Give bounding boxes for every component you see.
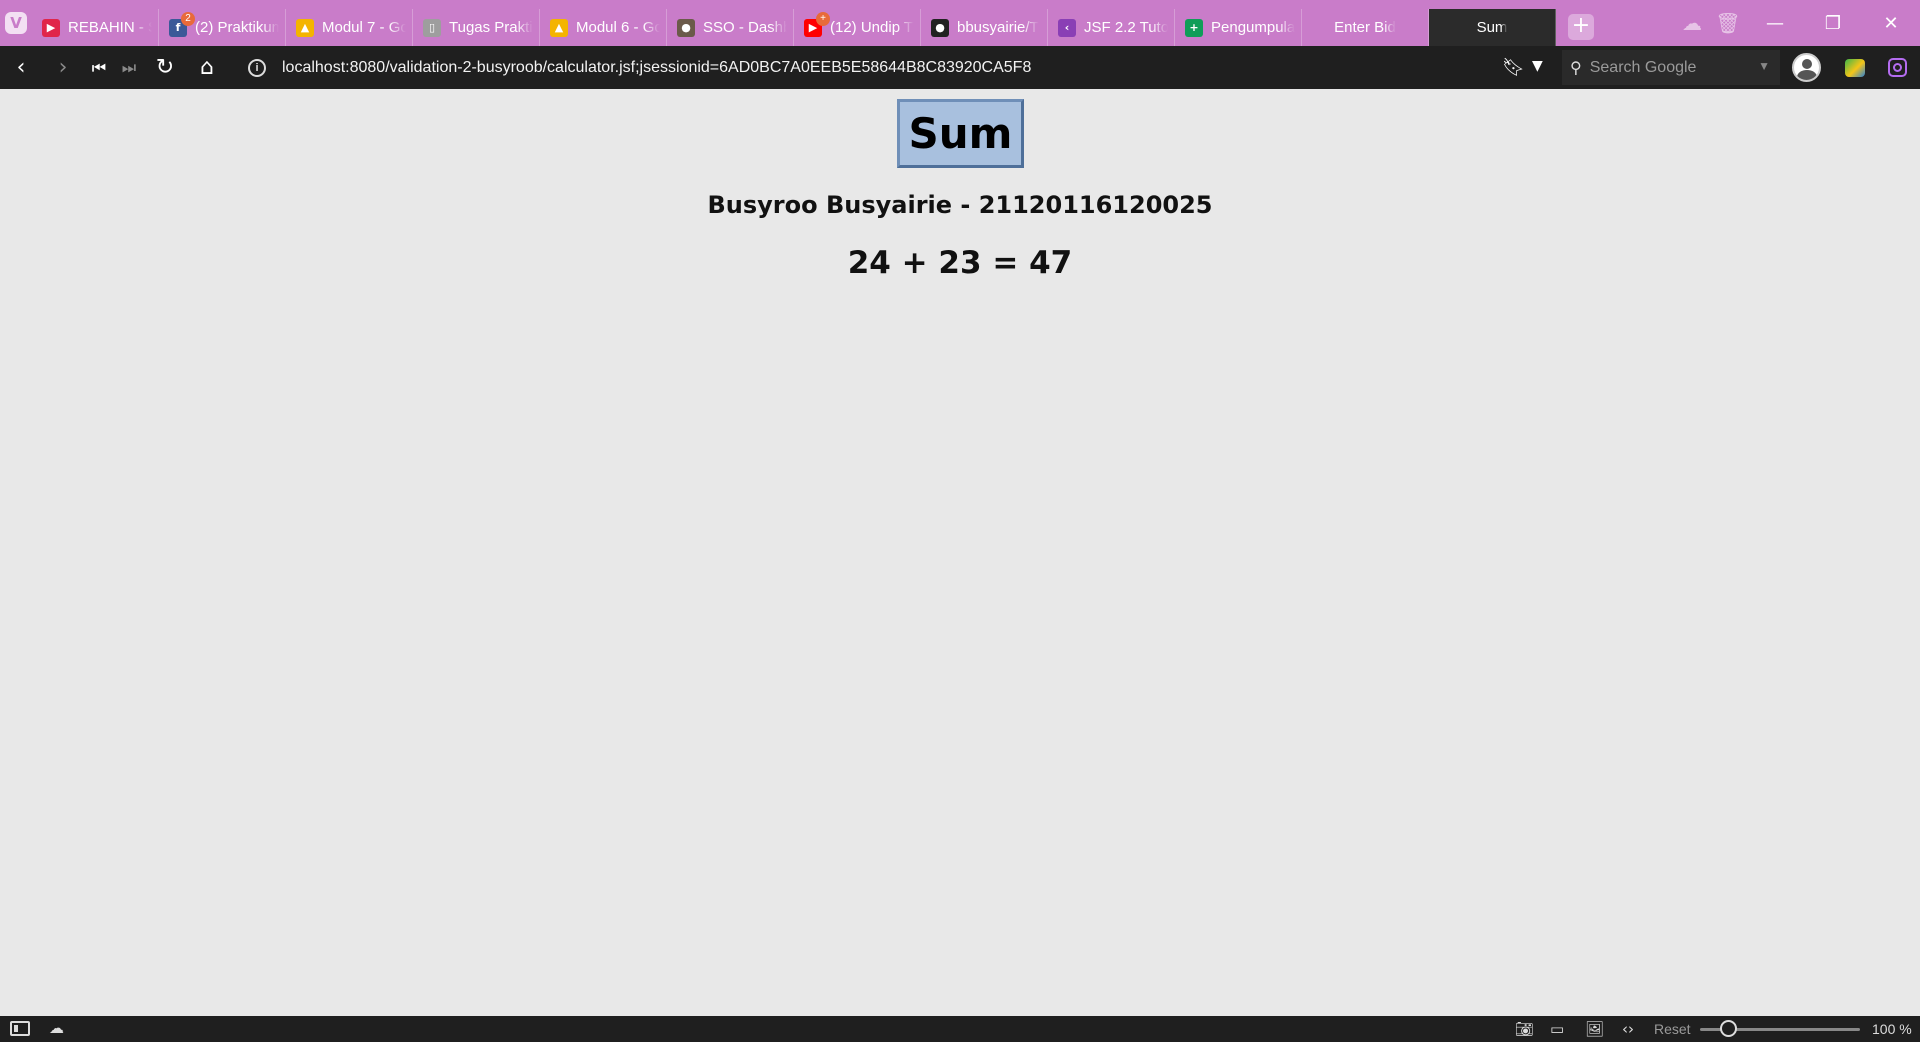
tab-2[interactable]: ▲ Modul 7 - Go	[286, 9, 413, 46]
sso-icon: ●	[677, 18, 695, 37]
close-window-button[interactable]: ✕	[1862, 13, 1920, 34]
bookmark-icon[interactable]: 🔖︎	[1502, 57, 1525, 78]
address-bar: ‹ › ⏮ ⏭ ↻ ⌂ i localhost:8080/validation-…	[0, 46, 1920, 89]
search-icon: ⚲	[1570, 59, 1582, 77]
tab-title: (2) Praktikum	[195, 19, 279, 36]
tab-title: Sum	[1476, 19, 1508, 36]
reload-icon: ↻	[155, 55, 175, 80]
notification-badge: 2	[181, 12, 195, 26]
tab-0[interactable]: ▶ REBAHIN - S	[32, 9, 159, 46]
rewind-icon: ⏮	[91, 57, 107, 77]
url-text: localhost:8080/validation-2-busyroob/cal…	[282, 58, 1032, 76]
profile-avatar[interactable]	[1792, 53, 1821, 82]
forward-button[interactable]: ›	[42, 46, 84, 89]
tab-bar: V ▶ REBAHIN - S f 2 (2) Praktikum ▲ Modul 7 - …	[0, 0, 1920, 46]
tab-title: Enter Bid	[1334, 19, 1396, 36]
minimize-button[interactable]: —	[1746, 13, 1804, 34]
tab-4[interactable]: ▲ Modul 6 - Go	[540, 9, 667, 46]
trash-icon[interactable]: 🗑	[1710, 11, 1746, 35]
tab-title: Modul 6 - Go	[576, 19, 660, 36]
tab-title: REBAHIN - S	[68, 19, 152, 36]
tab-strip: ▶ REBAHIN - S f 2 (2) Praktikum ▲ Modul 7 - Go…	[32, 0, 1556, 46]
new-tab-button[interactable]: +	[1568, 14, 1594, 40]
reload-button[interactable]: ↻	[144, 46, 186, 89]
tab-5[interactable]: ● SSO - Dashb	[667, 9, 794, 46]
tab-3[interactable]: ▯ Tugas Praktik	[413, 9, 540, 46]
vivaldi-logo-icon: V	[5, 12, 27, 34]
home-button[interactable]: ⌂	[186, 46, 228, 89]
url-field[interactable]: i localhost:8080/validation-2-busyroob/c…	[242, 51, 1562, 84]
tile-icon[interactable]: ▭	[1550, 1020, 1564, 1038]
fast-forward-button[interactable]: ⏭	[114, 46, 144, 89]
fast-forward-icon: ⏭	[121, 57, 137, 77]
tab-title: SSO - Dashb	[703, 19, 787, 36]
search-engine-dropdown-icon[interactable]: ▼	[1758, 59, 1770, 73]
tab-10[interactable]: Enter Bid	[1302, 9, 1429, 46]
google-drive-icon: ▲	[296, 18, 314, 37]
page-title: Sum	[897, 99, 1024, 168]
student-identity: Busyroo Busyairie - 21120116120025	[707, 191, 1213, 219]
image-icon[interactable]: 🖼︎	[1585, 1020, 1604, 1038]
tab-9[interactable]: + Pengumpula	[1175, 9, 1302, 46]
back-button[interactable]: ‹	[0, 46, 42, 89]
vivaldi-menu-button[interactable]: V	[0, 0, 32, 46]
status-bar: ☁ 📷︎ ▭ 🖼︎ ‹› Reset 100 %	[0, 1016, 1920, 1042]
tab-7[interactable]: ● bbusyairie/T	[921, 9, 1048, 46]
site-info-icon[interactable]: i	[248, 58, 266, 77]
github-icon: ●	[931, 18, 949, 37]
camera-icon[interactable]: 📷︎	[1515, 1020, 1534, 1038]
home-icon: ⌂	[200, 55, 214, 80]
tab-title: Tugas Praktik	[449, 19, 533, 36]
page-actions-icon[interactable]: ‹›	[1622, 1020, 1634, 1038]
tab-title: bbusyairie/T	[957, 19, 1039, 36]
notification-badge: +	[816, 12, 830, 26]
google-sheets-icon: +	[1185, 18, 1203, 37]
rewind-button[interactable]: ⏮	[84, 46, 114, 89]
sync-cloud-icon[interactable]: ☁	[1674, 11, 1710, 35]
tab-title: (12) Undip TV	[830, 19, 914, 36]
tab-title: Modul 7 - Go	[322, 19, 406, 36]
tab-1[interactable]: f 2 (2) Praktikum	[159, 9, 286, 46]
cloud-icon[interactable]: ☁	[49, 1021, 69, 1036]
chevron-down-icon[interactable]: ▼	[1532, 58, 1543, 74]
search-field[interactable]: ⚲ Search Google ▼	[1562, 50, 1780, 85]
zoom-reset-button[interactable]: Reset	[1654, 1021, 1691, 1037]
extension-icon[interactable]	[1845, 59, 1865, 77]
tab-11[interactable]: Sum	[1429, 9, 1556, 46]
tab-8[interactable]: ‹ JSF 2.2 Tutor	[1048, 9, 1175, 46]
page-content: Sum Busyroo Busyairie - 21120116120025 2…	[0, 89, 1920, 1016]
restore-button[interactable]: ❐	[1804, 13, 1862, 34]
window-controls: ☁ 🗑 — ❐ ✕	[1674, 0, 1920, 46]
google-drive-icon: ▲	[550, 18, 568, 37]
panel-toggle-icon[interactable]	[10, 1021, 30, 1036]
arrow-right-icon: ›	[58, 55, 68, 80]
document-icon: ▯	[423, 18, 441, 37]
search-placeholder: Search Google	[1589, 58, 1697, 76]
tab-6[interactable]: ▶ + (12) Undip TV	[794, 9, 921, 46]
zoom-slider-handle[interactable]	[1720, 1020, 1737, 1037]
zoom-level: 100 %	[1872, 1021, 1912, 1037]
tab-title: JSF 2.2 Tutor	[1084, 19, 1168, 36]
tab-title: Pengumpula	[1211, 19, 1295, 36]
sum-result: 24 + 23 = 47	[847, 245, 1073, 281]
rebahin-icon: ▶	[42, 18, 60, 37]
instagram-extension-icon[interactable]	[1888, 58, 1907, 77]
arrow-left-icon: ‹	[16, 55, 26, 80]
jsf-icon: ‹	[1058, 18, 1076, 37]
